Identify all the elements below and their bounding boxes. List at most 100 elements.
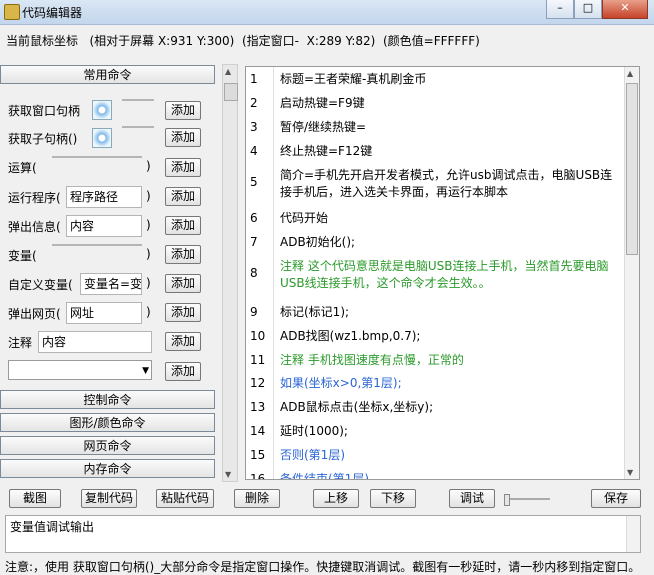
maximize-button[interactable]: □ (574, 0, 602, 19)
code-line[interactable]: 6 代码开始 (246, 209, 626, 229)
command-dropdown[interactable]: ▼ (8, 360, 152, 380)
move-up-button[interactable]: 上移 (313, 489, 359, 508)
url-input[interactable]: 网址 (66, 302, 142, 324)
line-number: 7 (250, 235, 258, 249)
line-text: 代码开始 (280, 211, 329, 225)
comment-input[interactable]: 内容 (38, 331, 152, 353)
title-bar: 代码编辑器 – □ ✕ (0, 0, 654, 25)
close-button[interactable]: ✕ (602, 0, 648, 19)
debug-speed-slider[interactable] (504, 494, 550, 506)
slider-track (504, 498, 550, 500)
window-title: 代码编辑器 (22, 6, 83, 20)
code-line[interactable]: 5 简介=手机先开启开发者模式，允许usb调试点击，电脑USB连接手机后，进入选关… (246, 166, 626, 204)
line-number: 4 (250, 144, 258, 158)
custom-variable-label: 自定义变量( (8, 278, 73, 292)
code-line[interactable]: 9 标记(标记1); (246, 303, 626, 323)
add-button[interactable]: 添加 (165, 216, 201, 235)
screenshot-button[interactable]: 截图 (9, 489, 61, 508)
usage-note: 注意:，使用 获取窗口句柄()_大部分命令是指定窗口操作。快捷键取消调试。截图有… (5, 560, 641, 574)
add-button[interactable]: 添加 (165, 158, 201, 177)
code-line[interactable]: 11 注释 手机找图速度有点慢，正常的 (246, 351, 626, 371)
paren-close: ) (146, 305, 151, 319)
line-text: 注释 手机找图速度有点慢，正常的 (280, 353, 464, 367)
graphics-color-commands-header[interactable]: 图形/颜色命令 (0, 413, 215, 432)
add-button[interactable]: 添加 (165, 332, 201, 351)
child-handle-input[interactable] (122, 126, 154, 128)
memory-commands-header[interactable]: 内存命令 (0, 459, 215, 478)
get-window-label: 获取窗口句柄 (8, 104, 81, 118)
window-handle-input[interactable] (122, 99, 154, 101)
scroll-up-icon[interactable]: ▲ (225, 67, 231, 76)
add-button[interactable]: 添加 (165, 128, 201, 147)
line-text: ADB鼠标点击(坐标x,坐标y); (280, 400, 434, 414)
common-commands-header[interactable]: 常用命令 (0, 65, 215, 84)
code-line[interactable]: 3 暂停/继续热键= (246, 118, 626, 138)
popup-content-input[interactable]: 内容 (66, 215, 142, 237)
slider-knob[interactable] (504, 494, 510, 506)
save-button[interactable]: 保存 (591, 489, 641, 508)
debug-button[interactable]: 调试 (449, 489, 495, 508)
line-text: ADB初始化(); (280, 235, 356, 249)
paste-code-button[interactable]: 粘贴代码 (156, 489, 214, 508)
code-line[interactable]: 12 如果(坐标x>0,第1层); (246, 374, 626, 394)
control-commands-header[interactable]: 控制命令 (0, 390, 215, 409)
code-line[interactable]: 13 ADB鼠标点击(坐标x,坐标y); (246, 398, 626, 418)
code-line[interactable]: 2 启动热键=F9键 (246, 94, 626, 114)
code-line[interactable]: 16 条件结束(第1层) (246, 470, 626, 479)
scroll-thumb[interactable] (224, 83, 238, 101)
web-commands-header[interactable]: 网页命令 (0, 436, 215, 455)
minimize-button[interactable]: – (546, 0, 574, 19)
code-editor[interactable]: 1 标题=王者荣耀-真机刷金币 2 启动热键=F9键 3 暂停/继续热键= 4 终止热键=F1… (245, 66, 640, 480)
code-line[interactable]: 8 注释 这个代码意思就是电脑USB连接上手机，当然首先要电脑USB线连接手机，这… (246, 257, 626, 295)
crosshair-target-icon[interactable] (92, 128, 112, 148)
command-panel: 常用命令 获取窗口句柄 添加 获取子句柄() 添加 运算( ) 添加 运行程序(… (0, 64, 219, 482)
code-line[interactable]: 7 ADB初始化(); (246, 233, 626, 253)
line-text: 启动热键=F9键 (280, 96, 365, 110)
add-button[interactable]: 添加 (165, 303, 201, 322)
scroll-up-icon[interactable]: ▲ (627, 69, 633, 78)
debug-output[interactable]: 变量值调试输出 (5, 515, 641, 553)
line-number: 14 (250, 424, 266, 438)
scroll-down-icon[interactable]: ▼ (225, 470, 231, 479)
line-text: 暂停/继续热键= (280, 120, 367, 134)
add-button[interactable]: 添加 (165, 245, 201, 264)
crosshair-target-icon[interactable] (92, 100, 112, 120)
line-number: 3 (250, 120, 258, 134)
calc-label: 运算( (8, 161, 37, 175)
editor-scrollbar[interactable]: ▲ ▼ (624, 67, 639, 479)
code-line[interactable]: 4 终止热键=F12键 (246, 142, 626, 162)
scroll-thumb[interactable] (626, 83, 638, 255)
coordinate-readout: 当前鼠标坐标 (相对于屏幕 X:931 Y:300) (指定窗口- X:289 … (6, 32, 480, 49)
code-line[interactable]: 14 延时(1000); (246, 422, 626, 442)
add-button[interactable]: 添加 (165, 101, 201, 120)
variable-input[interactable] (52, 244, 142, 246)
command-panel-scrollbar[interactable]: ▲ ▼ (222, 64, 238, 482)
line-number: 15 (250, 448, 266, 462)
line-text: 终止热键=F12键 (280, 144, 373, 158)
line-text: 否则(第1层) (280, 448, 345, 462)
code-line[interactable]: 10 ADB找图(wz1.bmp,0.7); (246, 327, 626, 347)
custom-variable-input[interactable]: 变量名=变量 (80, 273, 142, 295)
code-line[interactable]: 15 否则(第1层) (246, 446, 626, 466)
run-program-label: 运行程序( (8, 191, 61, 205)
output-scrollbar[interactable] (626, 516, 640, 552)
move-down-button[interactable]: 下移 (370, 489, 416, 508)
line-text: 如果(坐标x>0,第1层); (280, 376, 402, 390)
line-text: 标记(标记1); (280, 305, 350, 319)
program-path-input[interactable]: 程序路径 (66, 186, 142, 208)
copy-code-button[interactable]: 复制代码 (81, 489, 137, 508)
line-number: 6 (250, 211, 258, 225)
calc-input[interactable] (52, 156, 142, 158)
paren-close: ) (146, 247, 151, 261)
code-line[interactable]: 1 标题=王者荣耀-真机刷金币 (246, 70, 626, 90)
add-button[interactable]: 添加 (165, 187, 201, 206)
scroll-down-icon[interactable]: ▼ (627, 468, 633, 477)
chevron-down-icon: ▼ (142, 366, 149, 376)
line-number: 11 (250, 353, 266, 367)
line-text: 延时(1000); (280, 424, 348, 438)
line-number: 1 (250, 72, 258, 86)
add-button[interactable]: 添加 (165, 362, 201, 381)
delete-button[interactable]: 删除 (234, 489, 280, 508)
add-button[interactable]: 添加 (165, 274, 201, 293)
line-text: ADB找图(wz1.bmp,0.7); (280, 329, 421, 343)
